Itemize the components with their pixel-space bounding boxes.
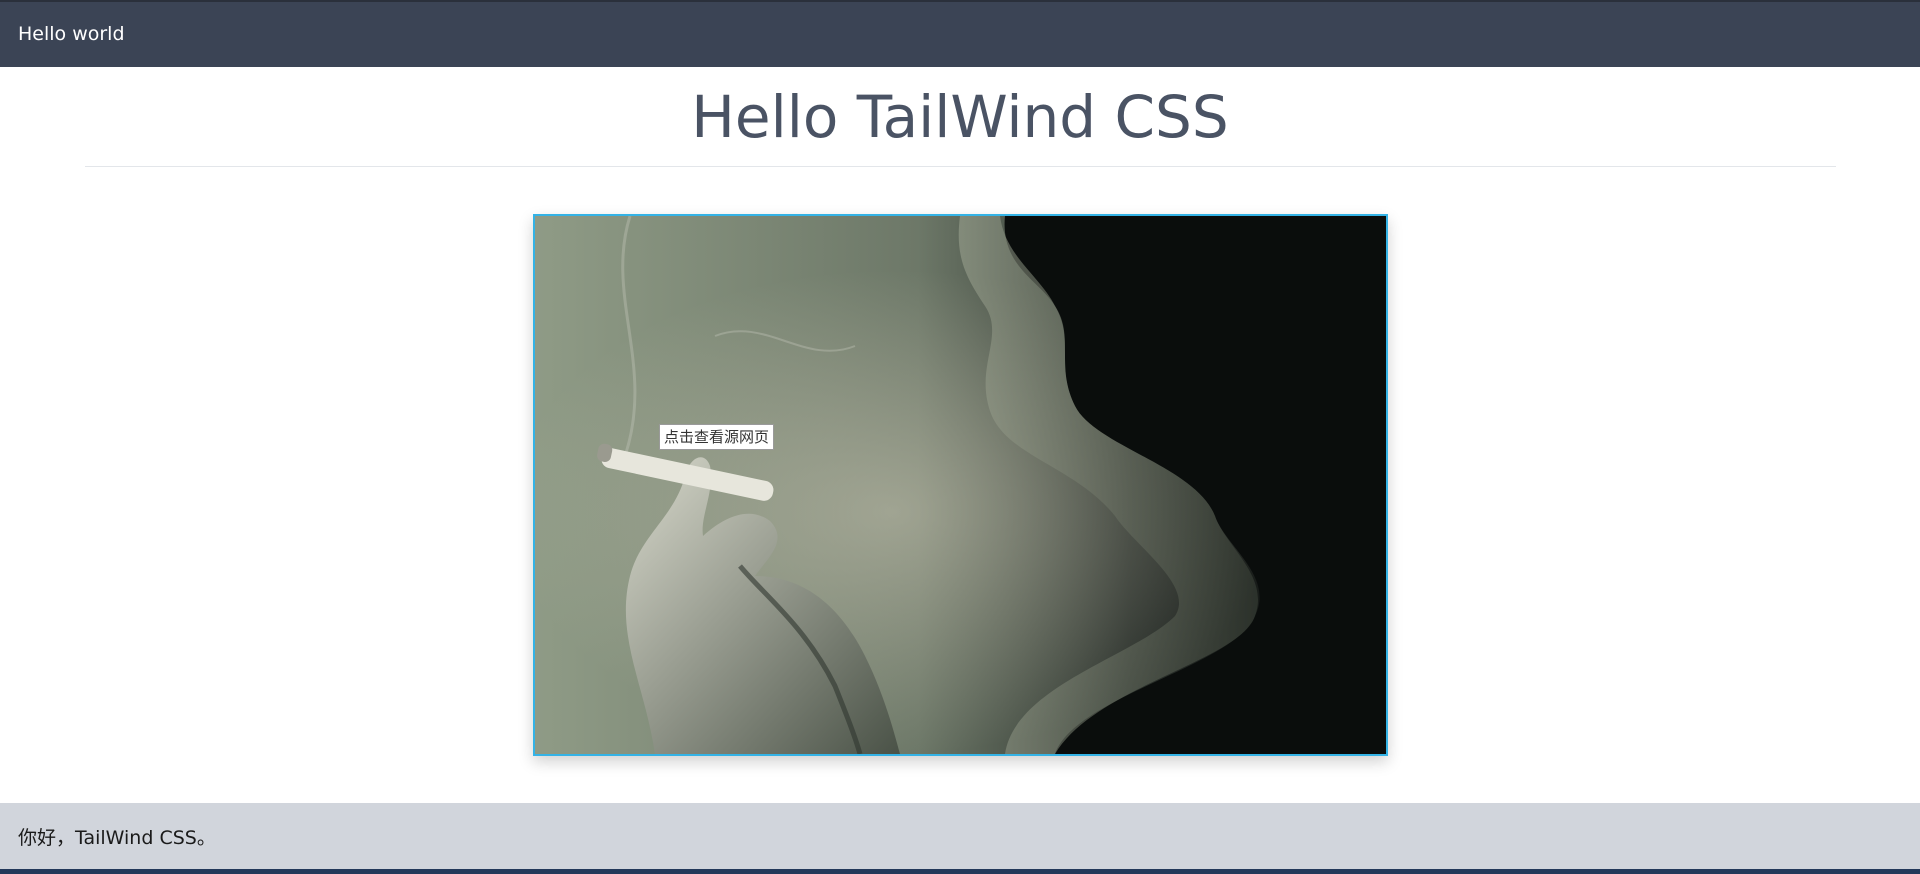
footer-text: 你好，TailWind CSS。: [18, 827, 216, 849]
heading-divider: [85, 166, 1836, 167]
smoking-photo: [535, 216, 1386, 754]
top-navigation-bar: Hello world: [0, 0, 1920, 67]
featured-image[interactable]: 点击查看源网页: [533, 214, 1388, 756]
site-title[interactable]: Hello world: [18, 23, 125, 45]
bottom-edge: [0, 869, 1920, 874]
page-title: Hello TailWind CSS: [691, 83, 1229, 151]
image-tooltip: 点击查看源网页: [659, 424, 775, 450]
footer: 你好，TailWind CSS。: [0, 803, 1920, 869]
